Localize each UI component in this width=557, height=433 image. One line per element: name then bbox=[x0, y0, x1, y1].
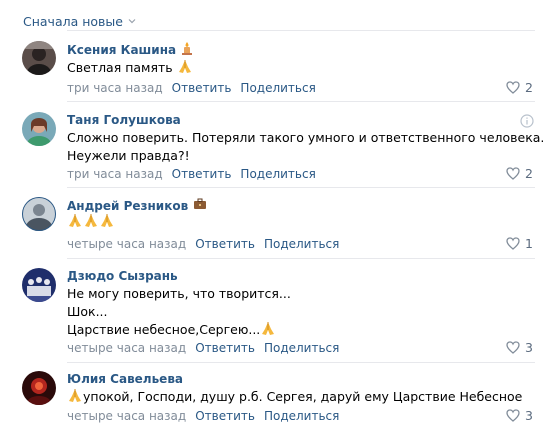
sort-dropdown[interactable]: Сначала новые bbox=[23, 12, 136, 30]
comment-meta: четыре часа назад Ответить Поделиться bbox=[67, 341, 348, 355]
comment-author[interactable]: Андрей Резников bbox=[67, 198, 207, 213]
like-count: 1 bbox=[525, 236, 533, 251]
heart-icon bbox=[506, 237, 520, 250]
comment-author[interactable]: Дзюдо Сызрань bbox=[67, 269, 178, 283]
comment-time[interactable]: четыре часа назад bbox=[67, 237, 186, 251]
divider bbox=[67, 258, 535, 259]
comment-meta: три часа назад Ответить Поделиться bbox=[67, 167, 325, 181]
avatar[interactable] bbox=[22, 268, 56, 302]
pray-emoji-icon bbox=[262, 322, 275, 335]
divider bbox=[67, 187, 535, 188]
comment-author[interactable]: Таня Голушкова bbox=[67, 113, 181, 127]
reply-button[interactable]: Ответить bbox=[195, 409, 255, 423]
comment-text bbox=[67, 213, 115, 231]
reply-button[interactable]: Ответить bbox=[172, 167, 232, 181]
comment-meta: три часа назад Ответить Поделиться bbox=[67, 81, 325, 95]
divider bbox=[67, 30, 535, 31]
like-button[interactable]: 1 bbox=[506, 236, 533, 251]
pray-emoji-icon bbox=[178, 60, 191, 73]
comment-author[interactable]: Юлия Савельева bbox=[67, 372, 183, 386]
sort-label: Сначала новые bbox=[23, 13, 123, 29]
comment-text: Светлая память bbox=[67, 59, 193, 77]
chevron-down-icon bbox=[128, 19, 136, 24]
comment-time[interactable]: четыре часа назад bbox=[67, 409, 186, 423]
pray-emoji-icon bbox=[69, 214, 81, 227]
heart-icon bbox=[506, 341, 520, 354]
heart-icon bbox=[506, 81, 520, 94]
like-button[interactable]: 2 bbox=[506, 80, 533, 95]
avatar[interactable] bbox=[22, 112, 56, 146]
share-button[interactable]: Поделиться bbox=[240, 81, 315, 95]
reply-button[interactable]: Ответить bbox=[195, 341, 255, 355]
like-button[interactable]: 2 bbox=[506, 166, 533, 181]
reply-button[interactable]: Ответить bbox=[172, 81, 232, 95]
comment-author[interactable]: Ксения Кашина bbox=[67, 42, 193, 58]
share-button[interactable]: Поделиться bbox=[264, 237, 339, 251]
divider bbox=[67, 362, 535, 363]
share-button[interactable]: Поделиться bbox=[264, 409, 339, 423]
comment-text: Сложно поверить. Потеряли такого умного … bbox=[67, 130, 545, 163]
comment-meta: четыре часа назад Ответить Поделиться bbox=[67, 409, 348, 423]
like-count: 3 bbox=[525, 408, 533, 423]
pray-emoji-icon bbox=[69, 389, 81, 402]
pray-emoji-icon bbox=[85, 214, 97, 227]
avatar[interactable] bbox=[22, 197, 56, 231]
comment-text: упокой, Господи, душу р.б. Сергея, даруй… bbox=[67, 388, 522, 406]
comment-time[interactable]: три часа назад bbox=[67, 81, 163, 95]
like-count: 3 bbox=[525, 340, 533, 355]
reply-button[interactable]: Ответить bbox=[195, 237, 255, 251]
comment-time[interactable]: три часа назад bbox=[67, 167, 163, 181]
comment-text: Не могу поверить, что творится... Шок...… bbox=[67, 286, 291, 337]
candle-emoji-icon bbox=[181, 42, 193, 58]
share-button[interactable]: Поделиться bbox=[264, 341, 339, 355]
share-button[interactable]: Поделиться bbox=[240, 167, 315, 181]
pray-emoji-icon bbox=[101, 214, 113, 227]
like-count: 2 bbox=[525, 166, 533, 181]
info-icon[interactable] bbox=[520, 114, 534, 128]
heart-icon bbox=[506, 167, 520, 180]
like-button[interactable]: 3 bbox=[506, 340, 533, 355]
comment-time[interactable]: четыре часа назад bbox=[67, 341, 186, 355]
like-button[interactable]: 3 bbox=[506, 408, 533, 423]
comment-meta: четыре часа назад Ответить Поделиться bbox=[67, 237, 348, 251]
divider bbox=[67, 101, 535, 102]
heart-icon bbox=[506, 409, 520, 422]
avatar[interactable] bbox=[22, 371, 56, 405]
avatar[interactable] bbox=[22, 41, 56, 75]
briefcase-emoji-icon bbox=[193, 198, 207, 213]
like-count: 2 bbox=[525, 80, 533, 95]
